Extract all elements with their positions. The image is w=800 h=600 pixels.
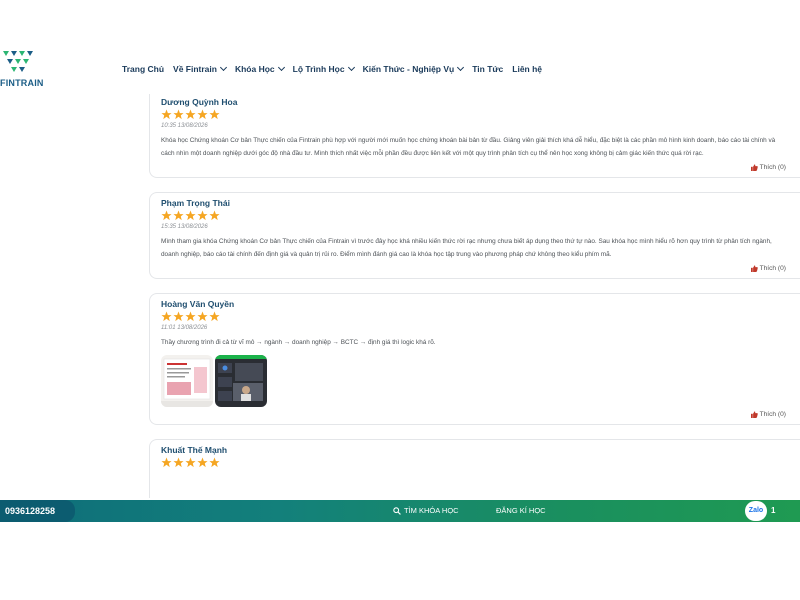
review-timestamp: 15:35 13/08/2026 [161, 224, 208, 230]
fintrain-logo[interactable]: FINTRAIN [0, 50, 44, 90]
zalo-chat-icon[interactable]: Zalo [745, 501, 767, 521]
like-button[interactable]: Thích (0) [161, 265, 800, 278]
star-rating [161, 109, 800, 120]
reviews-list: Dương Quỳnh Hoa 10:35 13/08/2026 Khóa họ… [149, 94, 800, 498]
nav-item-label: Tin Tức [472, 64, 504, 74]
review-text: Khóa học Chứng khoán Cơ bản Thực chiến c… [161, 137, 776, 157]
chevron-down-icon [277, 63, 285, 72]
star-icon [197, 109, 208, 120]
nav-item-label: Lộ Trình Học [292, 64, 345, 74]
review-timestamp: 10:35 13/08/2026 [161, 123, 208, 129]
nav-item-3[interactable]: Lộ Trình Học [292, 63, 355, 74]
nav-item-label: Liên hệ [512, 64, 543, 74]
slide-photo[interactable] [161, 355, 213, 407]
thumbs-up-icon [750, 164, 758, 171]
slide-photo-image [161, 355, 213, 407]
review-text: Mình tham gia khóa Chứng khoán Cơ bản Th… [161, 238, 772, 258]
review-timestamp: 11:01 13/08/2026 [161, 325, 208, 331]
star-icon [185, 109, 196, 120]
star-icon [173, 311, 184, 322]
nav-item-label: Trang Chủ [122, 64, 165, 74]
main-nav: Trang Chủ Về Fintrain Khóa Học Lộ Trình Học… [122, 63, 551, 74]
star-icon [161, 109, 172, 120]
reviewer-name: Phạm Trọng Thái [161, 198, 230, 208]
star-icon [197, 210, 208, 221]
star-rating [161, 210, 800, 221]
reviewer-name: Dương Quỳnh Hoa [161, 97, 238, 107]
nav-item-5[interactable]: Tin Tức [472, 64, 503, 74]
star-icon [173, 210, 184, 221]
find-course-label: TÌM KHÓA HỌC [404, 506, 459, 515]
nav-item-label: Khóa Học [234, 64, 275, 74]
review-card: Hoàng Văn Quyền 11:01 13/08/2026 Thầy ch… [149, 293, 800, 425]
like-label: Thích (0) [759, 411, 786, 418]
star-rating [161, 457, 800, 468]
logo-text: FINTRAIN [0, 78, 44, 88]
like-label: Thích (0) [759, 265, 786, 272]
nav-item-2[interactable]: Khóa Học [234, 63, 285, 74]
star-icon [161, 210, 172, 221]
star-icon [209, 457, 220, 468]
star-icon [161, 457, 172, 468]
page: FINTRAIN Trang Chủ Về Fintrain Khóa Học Lộ … [0, 0, 800, 600]
star-icon [173, 109, 184, 120]
like-button[interactable]: Thích (0) [161, 164, 800, 177]
nav-item-4[interactable]: Kiến Thức - Nghiệp Vụ [362, 63, 465, 74]
nav-item-label: Về Fintrain [173, 64, 217, 74]
reviewer-name: Khuất Thế Mạnh [161, 445, 228, 455]
star-icon [197, 311, 208, 322]
sticky-contact-bar: 0936128258 TÌM KHÓA HỌC ĐĂNG KÍ HỌC Zalo… [0, 500, 800, 522]
star-icon [209, 210, 220, 221]
zalo-badge-count: 1 [771, 506, 776, 515]
review-text: Thầy chương trình đi cả từ vĩ mô → ngành… [161, 339, 436, 346]
reviewer-name: Hoàng Văn Quyền [161, 299, 235, 309]
review-card: Phạm Trọng Thái 15:35 13/08/2026 Mình th… [149, 192, 800, 279]
like-label: Thích (0) [759, 164, 786, 171]
star-icon [161, 311, 172, 322]
phone-number-button[interactable]: 0936128258 [0, 500, 75, 522]
nav-item-0[interactable]: Trang Chủ [122, 64, 164, 74]
star-icon [185, 210, 196, 221]
nav-item-6[interactable]: Liên hệ [512, 64, 542, 74]
star-icon [197, 457, 208, 468]
review-card: Dương Quỳnh Hoa 10:35 13/08/2026 Khóa họ… [149, 94, 800, 178]
chevron-down-icon [457, 63, 465, 72]
chevron-down-icon [347, 63, 355, 72]
logo-mark-icon [3, 51, 33, 72]
review-card: Khuất Thế Mạnh [149, 439, 800, 498]
nav-item-1[interactable]: Về Fintrain [173, 63, 228, 74]
star-icon [173, 457, 184, 468]
register-label: ĐĂNG KÍ HỌC [496, 506, 546, 515]
star-icon [185, 457, 196, 468]
site-header: FINTRAIN Trang Chủ Về Fintrain Khóa Học Lộ … [0, 44, 800, 94]
video-call-photo[interactable] [215, 355, 267, 407]
chevron-down-icon [219, 63, 228, 72]
register-button[interactable]: ĐĂNG KÍ HỌC [496, 500, 546, 522]
star-icon [209, 311, 220, 322]
review-photos [161, 355, 800, 407]
star-icon [185, 311, 196, 322]
thumbs-up-icon [750, 411, 758, 418]
nav-item-label: Kiến Thức - Nghiệp Vụ [362, 64, 455, 74]
search-icon [393, 507, 401, 515]
like-button[interactable]: Thích (0) [161, 411, 800, 424]
star-rating [161, 311, 800, 322]
thumbs-up-icon [750, 265, 758, 272]
video-call-photo-image [215, 355, 267, 407]
star-icon [209, 109, 220, 120]
find-course-button[interactable]: TÌM KHÓA HỌC [393, 500, 459, 522]
